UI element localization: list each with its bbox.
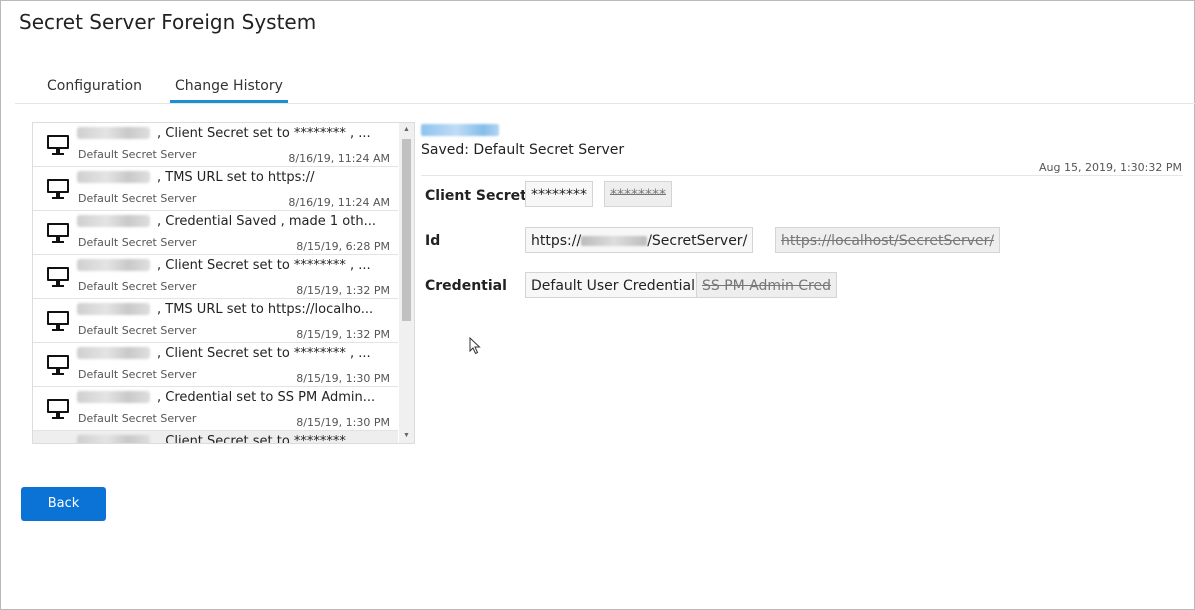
id-new-prefix: https://: [531, 233, 582, 249]
divider: [421, 175, 1183, 176]
list-item[interactable]: , Client Secret set to ******** , ...: [33, 431, 398, 444]
change-date: 8/16/19, 11:24 AM: [288, 152, 390, 165]
change-source: Default Secret Server: [78, 324, 197, 337]
credential-old-value: SS PM Admin Cred: [696, 272, 837, 298]
monitor-icon: [47, 399, 69, 419]
monitor-icon: [47, 267, 69, 287]
change-summary: , Client Secret set to ******** , ...: [157, 434, 371, 444]
change-summary: , Client Secret set to ******** , ...: [157, 346, 371, 361]
monitor-icon: [46, 442, 70, 444]
client-secret-new-value: ********: [525, 181, 593, 207]
list-item[interactable]: , TMS URL set to https:// Default Secret …: [33, 167, 398, 211]
change-date: 8/15/19, 1:30 PM: [296, 372, 390, 385]
change-date: 8/15/19, 1:30 PM: [296, 416, 390, 429]
change-date: 8/15/19, 1:32 PM: [296, 284, 390, 297]
redacted-user-name: [77, 303, 150, 315]
scroll-up-icon[interactable]: ▲: [399, 123, 414, 137]
mouse-pointer-icon: [469, 337, 481, 355]
change-summary: , Credential set to SS PM Admin...: [157, 390, 376, 405]
change-summary: , TMS URL set to https://localho...: [157, 302, 374, 317]
id-old-value: https://localhost/SecretServer/: [775, 227, 1001, 253]
change-summary: , TMS URL set to https://: [157, 170, 315, 185]
back-button[interactable]: Back: [21, 487, 106, 521]
redacted-user-name: [77, 259, 150, 271]
change-source: Default Secret Server: [78, 148, 197, 161]
scrollbar-thumb[interactable]: [402, 139, 411, 321]
change-summary: , Client Secret set to ******** , ...: [157, 126, 371, 141]
change-date: 8/16/19, 11:24 AM: [288, 196, 390, 209]
changed-by-user-link[interactable]: [421, 124, 499, 136]
monitor-icon: [47, 355, 69, 375]
client-secret-old-value: ********: [604, 181, 672, 207]
tab-configuration[interactable]: Configuration: [42, 78, 147, 100]
change-date: 8/15/19, 1:32 PM: [296, 328, 390, 341]
change-summary: , Credential Saved , made 1 oth...: [157, 214, 376, 229]
redacted-user-name: [77, 435, 150, 443]
change-summary: , Client Secret set to ******** , ...: [157, 258, 371, 273]
list-item[interactable]: , Client Secret set to ******** , ... Def…: [33, 255, 398, 299]
redacted-user-name: [77, 215, 150, 227]
field-label-id: Id: [425, 233, 441, 249]
change-timestamp: Aug 15, 2019, 1:30:32 PM: [1039, 161, 1182, 174]
redacted-user-name: [77, 347, 150, 359]
history-list[interactable]: , Client Secret set to ******** , ... Def…: [32, 122, 415, 444]
change-source: Default Secret Server: [78, 280, 197, 293]
list-item[interactable]: , TMS URL set to https://localho... Defau…: [33, 299, 398, 343]
monitor-icon: [47, 223, 69, 243]
id-new-suffix: /SecretServer/: [647, 233, 748, 249]
list-item[interactable]: , Client Secret set to ******** , ... Def…: [33, 343, 398, 387]
change-source: Default Secret Server: [78, 192, 197, 205]
scroll-down-icon[interactable]: ▼: [399, 429, 414, 443]
change-date: 8/15/19, 6:28 PM: [296, 240, 390, 253]
redacted-host: [581, 236, 648, 246]
monitor-icon: [47, 179, 69, 199]
change-source: Default Secret Server: [78, 368, 197, 381]
redacted-user-name: [77, 127, 150, 139]
list-item[interactable]: , Client Secret set to ******** , ... Def…: [33, 123, 398, 167]
field-label-client-secret: Client Secret: [425, 188, 527, 204]
dialog-window: Secret Server Foreign System Configurati…: [0, 0, 1195, 610]
id-new-value: https:// /SecretServer/: [525, 227, 754, 253]
history-list-items: , Client Secret set to ******** , ... Def…: [33, 123, 398, 444]
tab-bar: Configuration Change History: [15, 75, 1195, 104]
change-source: Default Secret Server: [78, 412, 197, 425]
field-label-credential: Credential: [425, 278, 507, 294]
monitor-icon: [47, 311, 69, 331]
list-item[interactable]: , Credential set to SS PM Admin... Defaul…: [33, 387, 398, 431]
monitor-icon: [47, 135, 69, 155]
history-scrollbar[interactable]: ▲ ▼: [399, 123, 414, 443]
saved-text: Saved: Default Secret Server: [421, 142, 625, 158]
redacted-user-name: [77, 171, 150, 183]
tab-change-history[interactable]: Change History: [170, 78, 288, 103]
page-title: Secret Server Foreign System: [19, 10, 317, 34]
redacted-user-name: [77, 391, 150, 403]
change-source: Default Secret Server: [78, 236, 197, 249]
credential-new-value: Default User Credential: [525, 272, 702, 298]
list-item[interactable]: , Credential Saved , made 1 oth... Defaul…: [33, 211, 398, 255]
